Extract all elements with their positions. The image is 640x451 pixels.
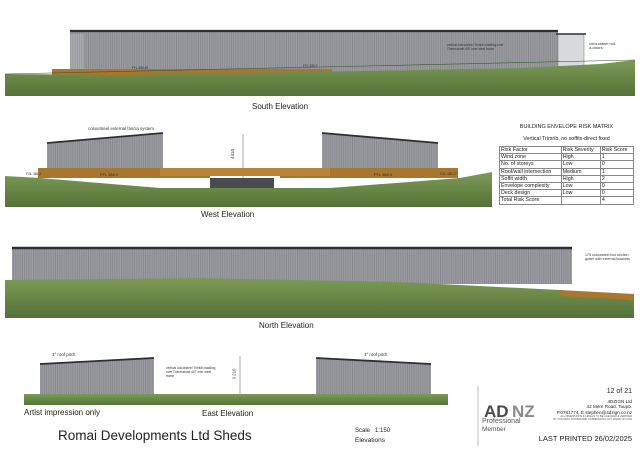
table-cell: Low: [560, 160, 601, 169]
west-elevation: [5, 132, 492, 207]
west-deck-centre: [160, 168, 330, 176]
company-details: 4DZIGN Ltd 42 Mere Road, Taupo. P.078177…: [539, 399, 632, 421]
page-number: 12 of 21: [606, 388, 632, 395]
south-ffl-left: FFL 386.65: [132, 66, 149, 70]
table-cell: Envelope complexity: [499, 182, 562, 191]
table-cell: 1: [599, 167, 635, 176]
east-dimension: 3 210: [231, 368, 237, 380]
east-ground: [24, 394, 448, 405]
artist-note: Artist impression only: [24, 408, 101, 417]
table-cell: [560, 196, 601, 205]
logo-member: Member: [482, 426, 506, 433]
west-fascia-note: coloursteel external fascia system: [88, 126, 154, 131]
logo-professional: Professional: [482, 418, 521, 425]
west-dimension: 4410: [230, 148, 236, 160]
header-cell: Risk Severity: [560, 145, 601, 155]
north-gutter-note: 175 coloursteel box section gutter with …: [585, 253, 630, 261]
table-row: Soffit width High 2: [499, 174, 635, 184]
south-doors-note: coloursteel roll-a-doors: [589, 41, 617, 50]
risk-matrix-subtitle: Vertical Trimrib, no soffits-direct fixe…: [523, 136, 610, 142]
sheet-name: Elevations: [355, 437, 385, 444]
table-cell: High: [560, 174, 601, 184]
table-cell: Low: [560, 189, 601, 198]
table-cell: 0: [599, 189, 635, 198]
south-elevation: [4, 29, 636, 96]
table-row: Envelope complexity Low 0: [499, 182, 635, 191]
table-cell: Low: [560, 182, 601, 191]
east-elevation-title: East Elevation: [202, 409, 254, 418]
table-row: Wind zone High 1: [499, 153, 635, 162]
table-row: Roof/wall intersection Medium 1: [499, 167, 635, 176]
fine-print-2: BY CONTRACTOR BEFORE COMMENCING ANY WORK…: [553, 418, 632, 422]
table-cell: Medium: [560, 167, 601, 176]
table-cell: Roof/wall intersection: [499, 167, 562, 176]
header-cell: Risk Score: [599, 145, 635, 155]
east-pitch-right: 3° roof pitch: [364, 352, 388, 357]
north-wall: [12, 248, 572, 284]
risk-matrix-title: BUILDING ENVELOPE RISK MATRIX: [519, 124, 614, 130]
south-cladding-note: vertical coloursteel Trimlib cladding ov…: [447, 43, 504, 51]
east-elevation: [24, 356, 448, 405]
title-block: 12 of 21 AD NZ Professional Member 4DZIG…: [482, 388, 632, 444]
table-cell: 0: [599, 182, 635, 191]
table-cell: Total Risk Score: [499, 196, 562, 205]
table-cell: 1: [599, 153, 635, 162]
table-cell: 2: [599, 174, 635, 184]
north-elevation-title: North Elevation: [259, 321, 314, 330]
south-ffl-right: FFL 386.0: [303, 64, 318, 68]
west-level-left: FGL 385.3: [26, 172, 41, 176]
east-cladding-note: vertical coloursteel Trimlib cladding ov…: [166, 366, 216, 378]
table-cell: Wind zone: [499, 153, 562, 162]
table-row: No. of storeys Low 0: [499, 160, 635, 169]
table-row: Total Risk Score 4: [499, 196, 635, 205]
drawing-sheet: [4, 29, 636, 446]
risk-matrix-table: Risk Factor Risk Severity Risk Score Win…: [499, 145, 635, 205]
table-cell: 0: [599, 160, 635, 169]
scale-label: Scale 1:150: [355, 428, 391, 434]
west-level-right: FGL 385.27: [440, 172, 457, 176]
west-elevation-title: West Elevation: [201, 210, 255, 219]
table-header-row: Risk Factor Risk Severity Risk Score: [499, 145, 635, 155]
header-cell: Risk Factor: [499, 145, 562, 155]
table-cell: Deck design: [499, 189, 562, 198]
project-title: Romai Developments Ltd Sheds: [58, 428, 252, 443]
west-ffl-left: FFL 386.9: [100, 172, 119, 177]
east-pitch-left: 3° roof pitch: [52, 352, 76, 357]
table-cell: Soffit width: [499, 174, 562, 184]
table-cell: No. of storeys: [499, 160, 562, 169]
adnz-logo: AD NZ Professional Member: [482, 400, 536, 439]
south-elevation-title: South Elevation: [252, 102, 309, 111]
north-elevation: [5, 246, 634, 318]
south-light-panel: [70, 34, 84, 74]
table-cell: 4: [599, 196, 635, 205]
west-ffl-right: FFL 386.9: [374, 172, 393, 177]
last-printed: LAST PRINTED 26/02/2025: [538, 434, 632, 443]
table-cell: High: [560, 153, 601, 162]
table-row: Deck design Low 0: [499, 189, 635, 198]
risk-matrix: BUILDING ENVELOPE RISK MATRIX Vertical T…: [499, 124, 635, 205]
